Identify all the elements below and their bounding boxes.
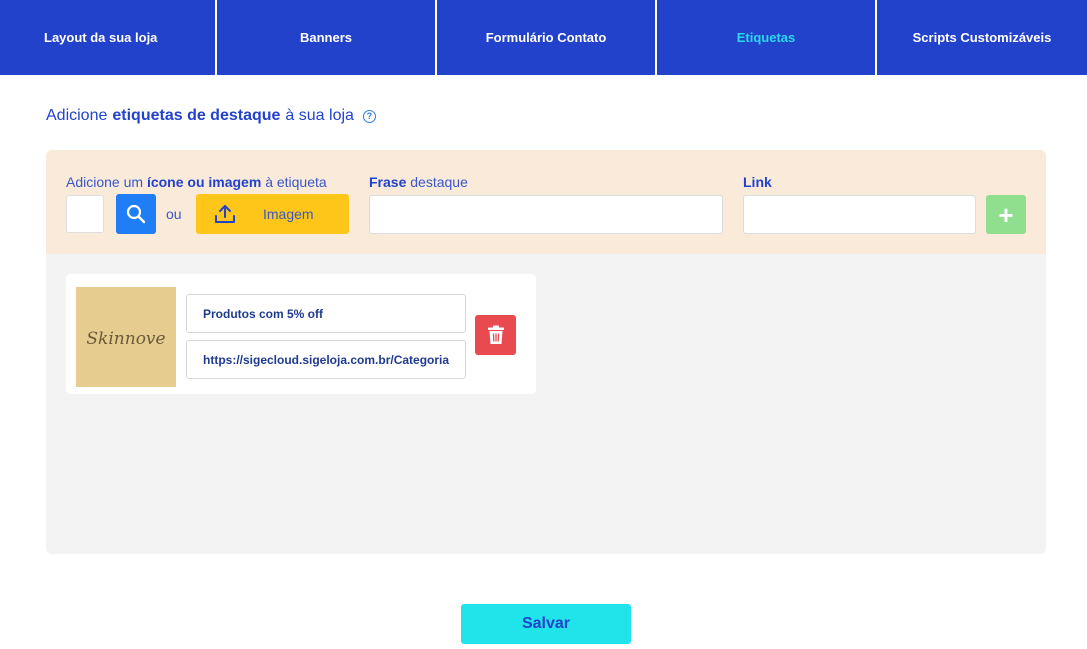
tags-panel: Adicione um ícone ou imagem à etiqueta o… [46, 150, 1046, 554]
tab-custom-scripts[interactable]: Scripts Customizáveis [877, 0, 1087, 75]
svg-text:Skinnove: Skinnove [86, 329, 165, 349]
or-text: ou [166, 206, 182, 222]
upload-icon [215, 205, 235, 223]
heading-prefix: Adicione [46, 107, 108, 124]
delete-tag-button[interactable] [475, 315, 516, 355]
tag-image-logo: Skinnove [86, 329, 165, 349]
plus-icon: + [998, 199, 1014, 230]
search-icon-button[interactable] [116, 194, 156, 234]
heading-bold: etiquetas de destaque [112, 107, 281, 124]
icon-preview-box[interactable] [66, 195, 104, 233]
add-tag-form: Adicione um ícone ou imagem à etiqueta o… [46, 150, 1046, 254]
upload-image-label: Imagem [263, 206, 314, 222]
upload-image-button[interactable]: Imagem [196, 194, 349, 234]
tab-contact-form[interactable]: Formulário Contato [437, 0, 657, 75]
tab-tags[interactable]: Etiquetas [657, 0, 877, 75]
link-label: Link [743, 174, 772, 190]
tag-image: Skinnove [76, 287, 176, 387]
tag-phrase-field[interactable]: Produtos com 5% off [186, 294, 466, 333]
add-tag-button[interactable]: + [986, 195, 1026, 234]
tab-banners[interactable]: Banners [217, 0, 437, 75]
page-heading: Adicione etiquetas de destaque à sua loj… [46, 107, 376, 125]
tab-layout[interactable]: Layout da sua loja [0, 0, 217, 75]
search-icon [126, 204, 146, 224]
save-button[interactable]: Salvar [461, 604, 631, 644]
link-input[interactable] [743, 195, 976, 234]
top-tabs: Layout da sua loja Banners Formulário Co… [0, 0, 1087, 75]
icon-image-label: Adicione um ícone ou imagem à etiqueta [66, 174, 327, 190]
trash-icon [487, 325, 504, 344]
frase-input[interactable] [369, 195, 723, 234]
tag-link-field[interactable]: https://sigecloud.sigeloja.com.br/Catego… [186, 340, 466, 379]
heading-suffix: à sua loja [285, 107, 354, 124]
frase-label: Frase destaque [369, 174, 468, 190]
help-circle-icon[interactable]: ? [362, 109, 376, 123]
tag-card: Skinnove Produtos com 5% off https://sig… [66, 274, 536, 394]
